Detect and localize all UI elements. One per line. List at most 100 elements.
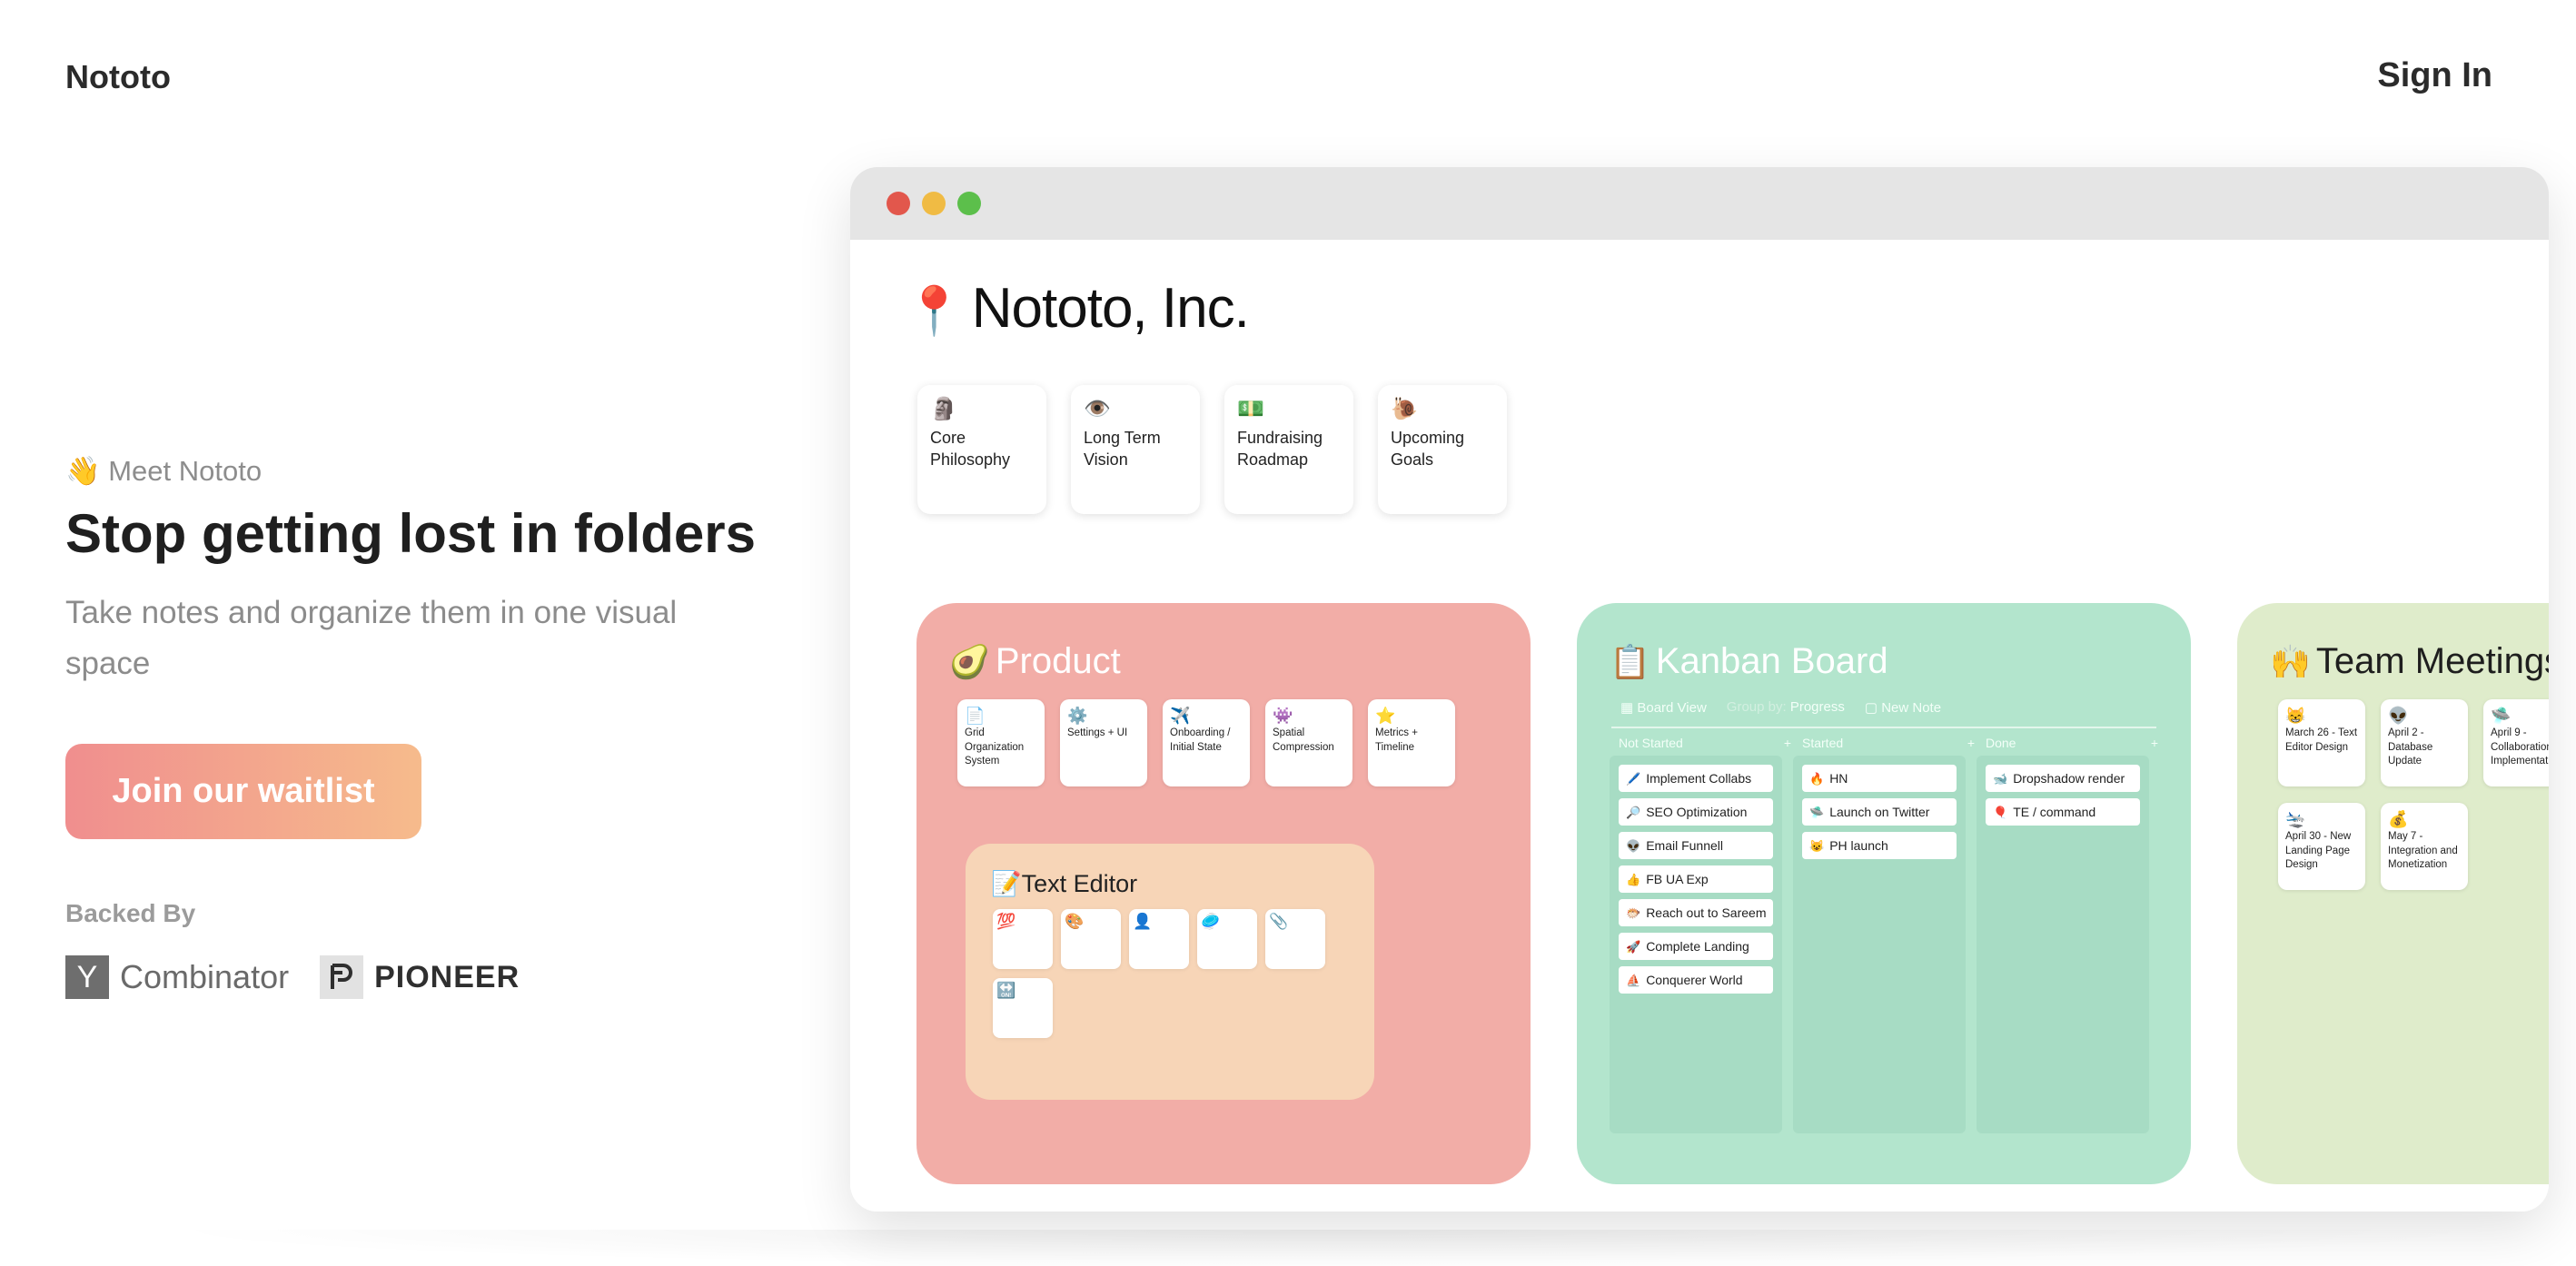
add-card-icon[interactable]: + [1967, 736, 1975, 750]
product-board[interactable]: 🥑 Product 📄 Grid Organization System ⚙️ S… [916, 603, 1531, 1184]
note-card-label: Onboarding / Initial State [1170, 727, 1231, 753]
note-card-label: Spatial Compression [1273, 727, 1334, 753]
board-view-label: Board View [1637, 700, 1707, 716]
palette-icon[interactable]: 🎨 [1061, 909, 1121, 969]
column-header: Done + [1986, 736, 2158, 750]
board-title-text: Kanban Board [1655, 641, 1888, 681]
kanban-card-label: Reach out to Sareem [1646, 905, 1767, 920]
alien-icon: 👽 [2388, 707, 2409, 725]
bottom-shadow [145, 1230, 2507, 1266]
note-card-label: Upcoming Goals [1391, 429, 1465, 470]
ufo-icon: 🛸 [2491, 707, 2512, 725]
note-card[interactable]: 🛸 April 9 - Collaboration Implementation [2483, 699, 2549, 786]
kanban-card[interactable]: 🖊️ Implement Collabs [1619, 765, 1773, 792]
note-card[interactable]: ⚙️ Settings + UI [1060, 699, 1147, 786]
kanban-card[interactable]: ⛵ Conquerer World [1619, 966, 1773, 994]
hundred-points-icon[interactable]: 💯 [993, 909, 1053, 969]
y-combinator-logo: Y Combinator [65, 955, 289, 999]
board-title-text: Team Meetings [2315, 641, 2549, 681]
note-card[interactable]: 💰 May 7 - Integration and Monetization [2381, 803, 2468, 890]
kanban-card[interactable]: 😺 PH launch [1802, 832, 1957, 859]
airplane-arrival-icon: 🛬 [2285, 810, 2306, 828]
note-card[interactable]: 💵 Fundraising Roadmap [1224, 385, 1353, 514]
sailboat-icon: ⛵ [1626, 974, 1641, 987]
magnifier-icon: 🔎 [1626, 806, 1641, 819]
snail-icon: 🐌 [1391, 397, 1418, 421]
note-card[interactable]: ⭐ Metrics + Timeline [1368, 699, 1455, 786]
group-by-selector[interactable]: Group by: Progress [1727, 699, 1845, 716]
board-title-text: Text Editor [1021, 870, 1138, 897]
note-card[interactable]: 📄 Grid Organization System [957, 699, 1045, 786]
kanban-card-label: PH launch [1829, 838, 1888, 853]
note-card-label: Metrics + Timeline [1375, 727, 1418, 753]
blowfish-icon: 🐡 [1626, 906, 1641, 920]
money-icon: 💵 [1237, 397, 1264, 421]
note-card-label: April 9 - Collaboration Implementation [2491, 727, 2549, 767]
on-arrow-icon[interactable]: 🔛 [993, 978, 1053, 1038]
kanban-card[interactable]: 👽 Email Funnell [1619, 832, 1773, 859]
kanban-card[interactable]: 🛸 Launch on Twitter [1802, 798, 1957, 826]
thumbs-up-icon: 👍 [1626, 873, 1641, 886]
paperclip-icon[interactable]: 📎 [1265, 909, 1325, 969]
backed-by-label: Backed By [65, 899, 196, 927]
kanban-board[interactable]: 📋 Kanban Board ▦ Board View Group by: Pro… [1577, 603, 2191, 1184]
pioneer-icon [320, 955, 364, 999]
kanban-card[interactable]: 👍 FB UA Exp [1619, 865, 1773, 893]
gear-icon: ⚙️ [1067, 707, 1088, 725]
new-note-label: New Note [1881, 700, 1942, 716]
fire-icon: 🔥 [1809, 772, 1825, 786]
board-view-button[interactable]: ▦ Board View [1620, 699, 1707, 716]
raised-hands-icon: 🙌 [2270, 643, 2311, 680]
board-title-text: Product [995, 641, 1121, 681]
page-title-text: Nototo, Inc. [971, 277, 1250, 340]
board-title: 📝Text Editor [991, 869, 1137, 898]
kanban-column-done: 🐋 Dropshadow render 🎈 TE / command [1977, 756, 2149, 1133]
logo[interactable]: Nototo [65, 58, 171, 96]
window-titlebar [850, 167, 2549, 240]
note-card-label: May 7 - Integration and Monetization [2388, 831, 2458, 871]
pioneer-name: PIONEER [374, 959, 520, 994]
maximize-dot-icon [957, 192, 981, 215]
pin-icon: 📍 [905, 285, 964, 338]
kanban-card-label: Conquerer World [1646, 973, 1743, 987]
text-editor-board[interactable]: 📝Text Editor 💯 🎨 👤 🥏 📎 🔛 [966, 844, 1374, 1100]
join-waitlist-button[interactable]: Join our waitlist [65, 744, 421, 839]
kanban-card-label: Implement Collabs [1646, 771, 1752, 786]
note-card[interactable]: 🗿 Core Philosophy [917, 385, 1046, 514]
kanban-card[interactable]: 🎈 TE / command [1986, 798, 2140, 826]
close-dot-icon [887, 192, 910, 215]
hero-section: 👋 Meet Nototo Stop getting lost in folde… [65, 454, 774, 999]
add-card-icon[interactable]: + [2151, 736, 2158, 750]
add-card-icon[interactable]: + [1784, 736, 1791, 750]
eye-icon: 👁️ [1084, 397, 1111, 421]
kanban-card[interactable]: 🐡 Reach out to Sareem [1619, 899, 1773, 926]
document-icon: 📄 [965, 707, 986, 725]
whale-icon: 🐋 [1993, 772, 2008, 786]
kanban-card[interactable]: 🐋 Dropshadow render [1986, 765, 2140, 792]
column-header: Started + [1802, 736, 1975, 750]
group-by-label: Group by: [1726, 699, 1787, 715]
money-bag-icon: 💰 [2388, 810, 2409, 828]
note-card[interactable]: 👾 Spatial Compression [1265, 699, 1352, 786]
note-card[interactable]: 🛬 April 30 - New Landing Page Design [2278, 803, 2365, 890]
sign-in-link[interactable]: Sign In [2377, 56, 2492, 95]
note-card[interactable]: 🐌 Upcoming Goals [1378, 385, 1507, 514]
note-card[interactable]: ✈️ Onboarding / Initial State [1163, 699, 1250, 786]
pen-icon: 🖊️ [1626, 772, 1641, 786]
new-note-button[interactable]: ▢ New Note [1865, 699, 1941, 716]
note-card[interactable]: 😸 March 26 - Text Editor Design [2278, 699, 2365, 786]
pioneer-logo: PIONEER [320, 955, 520, 999]
kanban-toolbar: ▦ Board View Group by: Progress ▢ New No… [1620, 699, 1941, 716]
kanban-card[interactable]: 🔎 SEO Optimization [1619, 798, 1773, 826]
note-card-label: Settings + UI [1067, 727, 1128, 738]
avocado-icon: 🥑 [949, 643, 990, 680]
note-card[interactable]: 👽 April 2 - Database Update [2381, 699, 2468, 786]
note-card[interactable]: 👁️ Long Term Vision [1071, 385, 1200, 514]
memo-icon: 📝 [991, 870, 1022, 897]
flying-disc-icon[interactable]: 🥏 [1197, 909, 1257, 969]
kanban-card[interactable]: 🔥 HN [1802, 765, 1957, 792]
kanban-card[interactable]: 🚀 Complete Landing [1619, 933, 1773, 960]
person-icon[interactable]: 👤 [1129, 909, 1189, 969]
team-meetings-board[interactable]: 🙌 Team Meetings 😸 March 26 - Text Editor … [2237, 603, 2549, 1184]
rocket-icon: 🚀 [1626, 940, 1641, 954]
